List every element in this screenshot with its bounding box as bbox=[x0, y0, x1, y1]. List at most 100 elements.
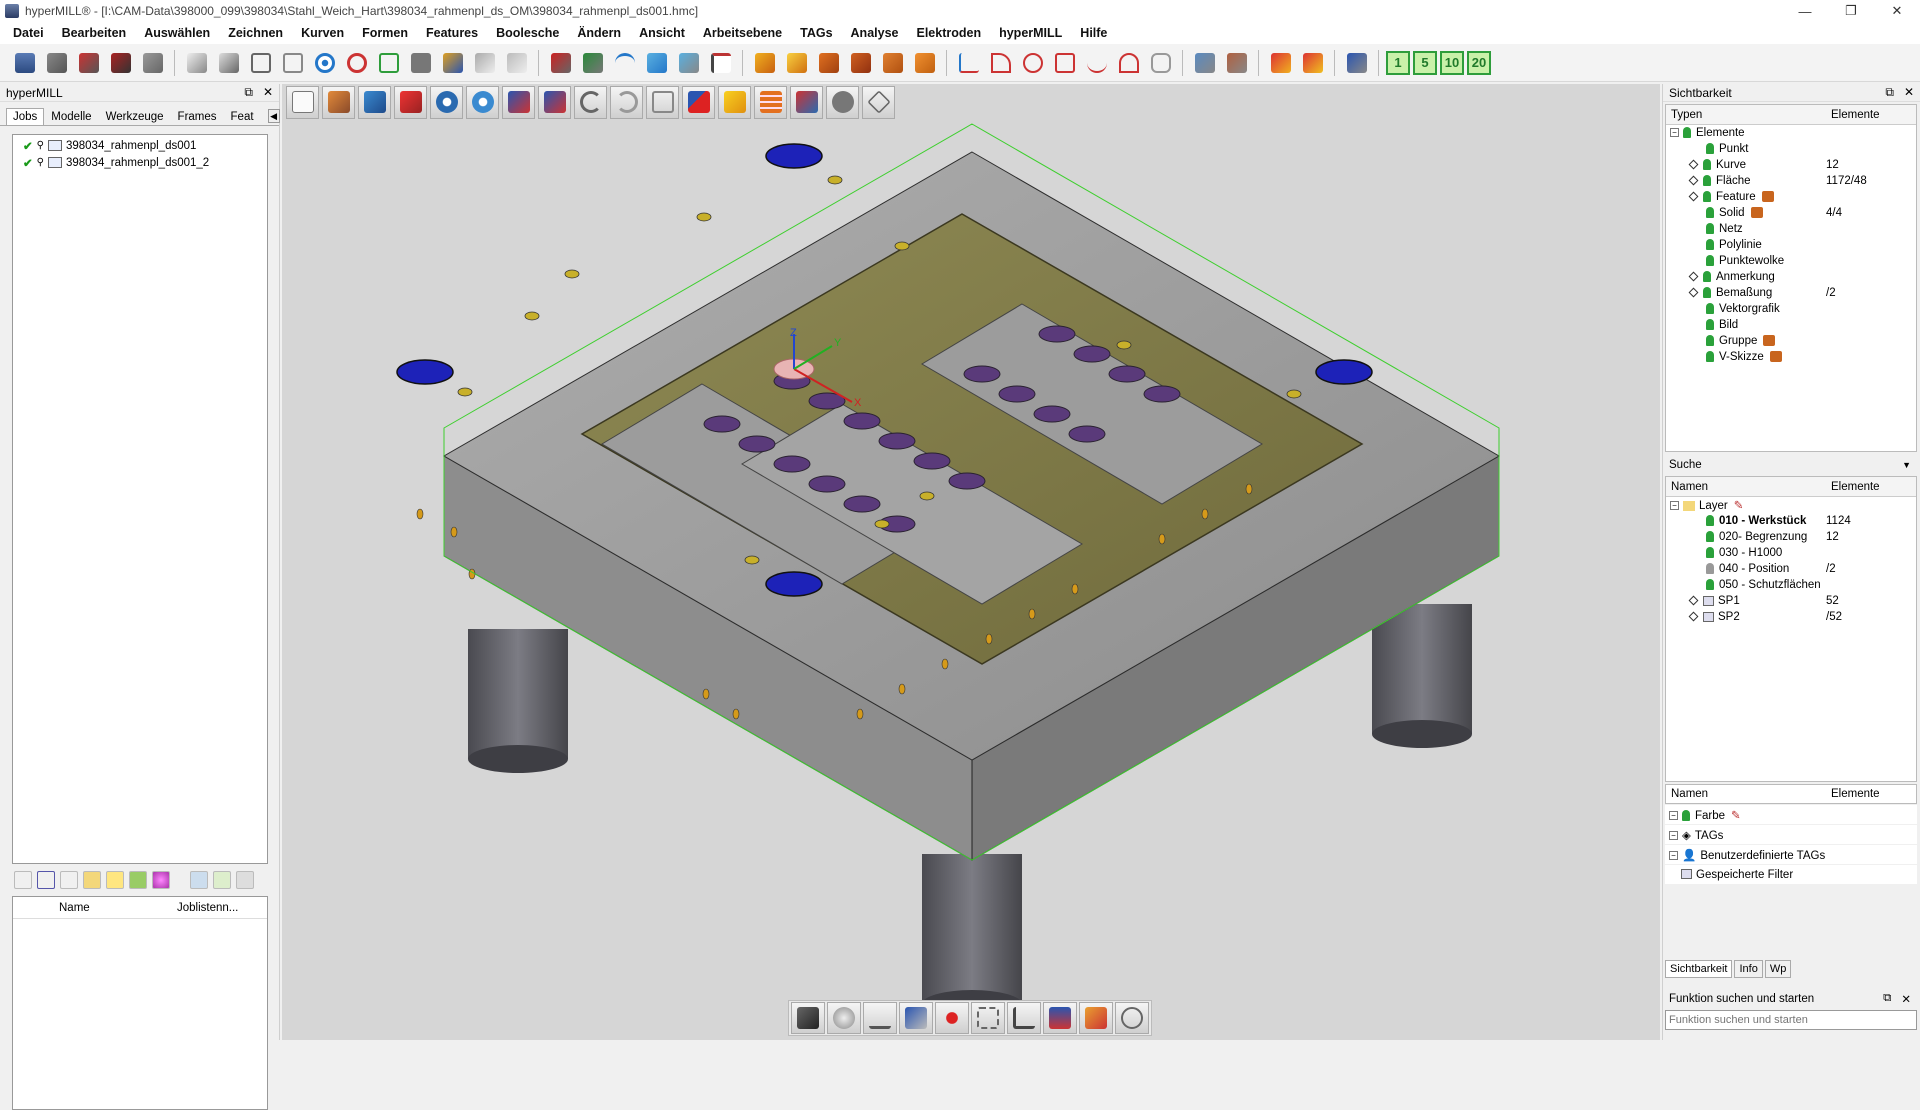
type-row[interactable]: Fläche 1172/48 bbox=[1666, 173, 1916, 189]
menu-zeichnen[interactable]: Zeichnen bbox=[219, 26, 292, 40]
layer-row[interactable]: 050 - Schutzflächen bbox=[1666, 577, 1916, 593]
visible-bulb-icon[interactable] bbox=[1706, 239, 1714, 251]
visible-bulb-icon[interactable] bbox=[1706, 579, 1714, 591]
mill-e-icon[interactable] bbox=[878, 48, 907, 77]
type-row[interactable]: Kurve 12 bbox=[1666, 157, 1916, 173]
filter-row[interactable]: − ◈ TAGs bbox=[1665, 825, 1917, 844]
pencil-icon[interactable] bbox=[1079, 1002, 1113, 1034]
menu-tags[interactable]: TAGs bbox=[791, 26, 841, 40]
collapse-icon[interactable]: − bbox=[1670, 501, 1679, 511]
key-tool-icon[interactable] bbox=[60, 871, 78, 889]
edit-icon[interactable] bbox=[863, 1002, 897, 1034]
h-mark-icon[interactable] bbox=[374, 48, 403, 77]
function-search-input[interactable] bbox=[1665, 1010, 1917, 1030]
layers-icon[interactable] bbox=[10, 48, 39, 77]
layer-row[interactable]: 030 - H1000 bbox=[1666, 545, 1916, 561]
pin-visibility-icon[interactable]: ⧉ bbox=[1885, 85, 1894, 100]
type-row[interactable]: − Elemente bbox=[1666, 125, 1916, 141]
flag-icon[interactable] bbox=[1298, 48, 1327, 77]
visible-bulb-icon[interactable] bbox=[1706, 335, 1714, 347]
layer-row[interactable]: 020- Begrenzung 12 bbox=[1666, 529, 1916, 545]
star-tool-icon[interactable] bbox=[438, 48, 467, 77]
star-icon[interactable] bbox=[935, 1002, 969, 1034]
tab-modelle[interactable]: Modelle bbox=[44, 108, 98, 125]
type-row[interactable]: Netz bbox=[1666, 221, 1916, 237]
filter-diamond-icon[interactable] bbox=[1688, 612, 1699, 622]
menu-auswaehlen[interactable]: Auswählen bbox=[135, 26, 219, 40]
tab-jobs[interactable]: Jobs bbox=[6, 108, 45, 125]
folder-icon[interactable] bbox=[83, 871, 101, 889]
export-icon[interactable] bbox=[129, 871, 147, 889]
filter-diamond-icon[interactable] bbox=[1688, 596, 1699, 606]
hidden-bulb-icon[interactable] bbox=[1706, 563, 1714, 575]
menu-ansicht[interactable]: Ansicht bbox=[630, 26, 694, 40]
type-row[interactable]: Solid 4/4 bbox=[1666, 205, 1916, 221]
menu-analyse[interactable]: Analyse bbox=[842, 26, 908, 40]
magnet-icon[interactable] bbox=[74, 48, 103, 77]
filter-diamond-icon[interactable] bbox=[1688, 192, 1699, 202]
close-window-button[interactable]: ✕ bbox=[1874, 0, 1920, 22]
tab-werkzeuge[interactable]: Werkzeuge bbox=[99, 108, 171, 125]
mill-a-icon[interactable] bbox=[750, 48, 779, 77]
curve-icon[interactable] bbox=[986, 48, 1015, 77]
rect-icon[interactable] bbox=[1050, 48, 1079, 77]
menu-elektroden[interactable]: Elektroden bbox=[907, 26, 990, 40]
visible-bulb-icon[interactable] bbox=[1706, 547, 1714, 559]
menu-datei[interactable]: Datei bbox=[4, 26, 53, 40]
column-namen[interactable]: Namen bbox=[1666, 481, 1826, 493]
hand-icon[interactable] bbox=[1146, 48, 1175, 77]
mill-f-icon[interactable] bbox=[910, 48, 939, 77]
filter-row[interactable]: − Farbe ✎ bbox=[1665, 805, 1917, 824]
collapse-icon[interactable]: − bbox=[1670, 128, 1679, 138]
tree-icon[interactable] bbox=[578, 48, 607, 77]
minimize-button[interactable]: — bbox=[1782, 0, 1828, 22]
cube-outline-icon[interactable] bbox=[278, 48, 307, 77]
menu-aendern[interactable]: Ändern bbox=[568, 26, 630, 40]
visible-bulb-icon[interactable] bbox=[1703, 271, 1711, 283]
edit-list-icon[interactable] bbox=[213, 871, 231, 889]
arc-icon[interactable] bbox=[610, 48, 639, 77]
tab-info[interactable]: Info bbox=[1734, 960, 1763, 978]
type-row[interactable]: Punktewolke bbox=[1666, 253, 1916, 269]
mill-b-icon[interactable] bbox=[782, 48, 811, 77]
filter-row[interactable]: Gespeicherte Filter bbox=[1665, 865, 1917, 884]
circle-icon[interactable] bbox=[1018, 48, 1047, 77]
column-elemente[interactable]: Elemente bbox=[1826, 788, 1880, 800]
layer-row[interactable]: SP2/52 bbox=[1666, 609, 1916, 625]
level-1-button[interactable]: 1 bbox=[1386, 50, 1410, 75]
visible-bulb-icon[interactable] bbox=[1703, 287, 1711, 299]
cube-wire-icon[interactable] bbox=[246, 48, 275, 77]
save-icon[interactable] bbox=[406, 48, 435, 77]
tools-icon[interactable] bbox=[42, 48, 71, 77]
visible-bulb-icon[interactable] bbox=[1706, 319, 1714, 331]
filter-row[interactable]: − 👤 Benutzerdefinierte TAGs bbox=[1665, 845, 1917, 864]
menu-bearbeiten[interactable]: Bearbeiten bbox=[53, 26, 136, 40]
shape-icon[interactable] bbox=[642, 48, 671, 77]
type-row[interactable]: Punkt bbox=[1666, 141, 1916, 157]
pin-icon[interactable] bbox=[546, 48, 575, 77]
menu-kurven[interactable]: Kurven bbox=[292, 26, 353, 40]
wand-icon[interactable] bbox=[1342, 48, 1371, 77]
visible-bulb-icon[interactable] bbox=[1703, 159, 1711, 171]
close-panel-icon[interactable]: ✕ bbox=[263, 85, 273, 100]
layer-row[interactable]: − Layer ✎ bbox=[1666, 497, 1916, 513]
job-row[interactable]: ✔ ⚲ 398034_rahmenpl_ds001_2 bbox=[13, 154, 267, 171]
type-row[interactable]: Vektorgrafik bbox=[1666, 301, 1916, 317]
column-typen[interactable]: Typen bbox=[1666, 109, 1826, 121]
visible-bulb-icon[interactable] bbox=[1706, 223, 1714, 235]
paint-icon[interactable] bbox=[899, 1002, 933, 1034]
pin-tool-icon[interactable] bbox=[1043, 1002, 1077, 1034]
tab-frames[interactable]: Frames bbox=[171, 108, 224, 125]
column-elemente[interactable]: Elemente bbox=[1826, 109, 1880, 121]
filter-diamond-icon[interactable] bbox=[1688, 176, 1699, 186]
tab-feat[interactable]: Feat bbox=[224, 108, 261, 125]
type-row[interactable]: Bemaßung/2 bbox=[1666, 285, 1916, 301]
delete-job-icon[interactable] bbox=[37, 871, 55, 889]
filter-diamond-icon[interactable] bbox=[1688, 160, 1699, 170]
sphere-icon[interactable] bbox=[152, 871, 170, 889]
menu-hypermill[interactable]: hyperMILL bbox=[990, 26, 1071, 40]
level-10-button[interactable]: 10 bbox=[1440, 50, 1464, 75]
menu-hilfe[interactable]: Hilfe bbox=[1071, 26, 1116, 40]
mill-c-icon[interactable] bbox=[814, 48, 843, 77]
spiral-icon[interactable] bbox=[1114, 48, 1143, 77]
